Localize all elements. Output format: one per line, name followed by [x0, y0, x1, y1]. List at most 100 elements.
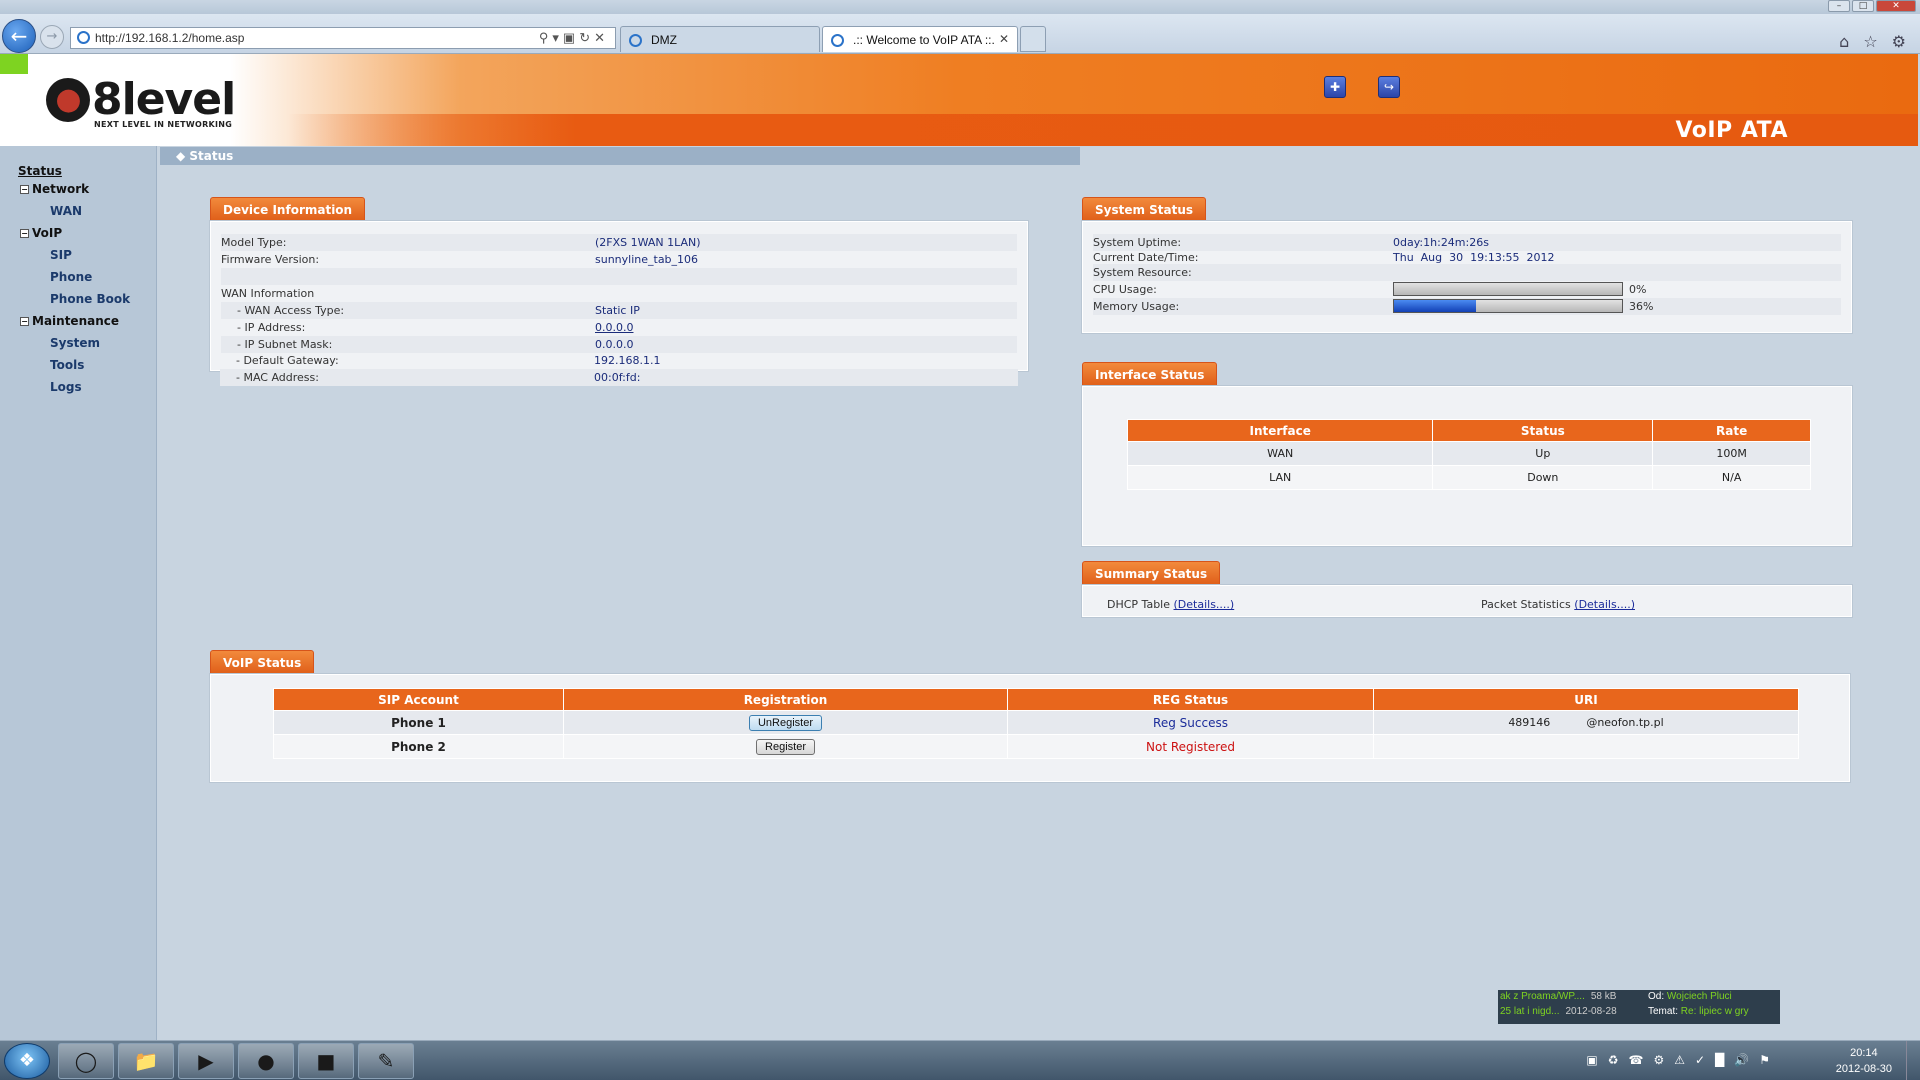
unregister-button[interactable]: UnRegister: [748, 714, 823, 731]
volume-icon[interactable]: 🔊: [1734, 1053, 1749, 1067]
home-icon[interactable]: ⌂: [1839, 32, 1849, 51]
tab-dmz[interactable]: DMZ: [620, 26, 820, 52]
folder-taskbar-icon[interactable]: 📁: [118, 1043, 174, 1079]
notify-line2: 25 lat i nigd... 2012-08-28: [1500, 1006, 1617, 1017]
model-label: Model Type:: [221, 236, 287, 249]
new-tab-button[interactable]: [1020, 26, 1046, 52]
tab-voip-ata[interactable]: .:: Welcome to VoIP ATA ::. ✕: [822, 26, 1018, 52]
status-header: Status: [1432, 419, 1654, 442]
sidebar-item-sip[interactable]: SIP: [50, 248, 72, 262]
tray-app-icon[interactable]: ▣: [1586, 1053, 1597, 1067]
mask-label: - IP Subnet Mask:: [237, 338, 333, 351]
gear-icon[interactable]: ⚙: [1892, 32, 1906, 51]
sidebar-item-label: Network: [32, 182, 90, 196]
browser-nav-icons: ⌂ ☆ ⚙: [1839, 32, 1906, 51]
mail-notification-widget[interactable]: ak z Proama/WP.... 58 kB 25 lat i nigd...…: [1498, 990, 1780, 1024]
sidebar-item-system[interactable]: System: [50, 336, 100, 350]
media-player-taskbar-icon[interactable]: ▶: [178, 1043, 234, 1079]
tray-update-icon[interactable]: ♻: [1608, 1053, 1619, 1067]
register-button[interactable]: Register: [756, 738, 815, 755]
memory-row: Memory Usage: 36%: [1093, 298, 1841, 315]
ie-page-icon: [629, 34, 642, 47]
dhcp-label: DHCP Table: [1107, 598, 1170, 611]
rate-header: Rate: [1652, 419, 1811, 442]
sidebar-item-status[interactable]: Status: [18, 164, 62, 178]
sidebar-item-label: Maintenance: [32, 314, 120, 328]
interface-table: Interface Status Rate WAN Up 100M LAN Do…: [1126, 419, 1811, 490]
sidebar-item-phone[interactable]: Phone: [50, 270, 92, 284]
logout-icon[interactable]: ↪: [1378, 76, 1400, 98]
notify-from: Od: Wojciech Pluci: [1648, 991, 1732, 1002]
ie-page-icon: [831, 34, 844, 47]
reg-status-cell: Reg Success: [1007, 710, 1374, 735]
wan-type-value: Static IP: [595, 304, 640, 317]
firefox-taskbar-icon[interactable]: ●: [238, 1043, 294, 1079]
maximize-button[interactable]: □: [1852, 0, 1874, 12]
memory-label: Memory Usage:: [1093, 300, 1180, 313]
notify-line1: ak z Proama/WP.... 58 kB: [1500, 991, 1616, 1002]
ie-page-icon: [77, 31, 90, 44]
forward-button[interactable]: →: [40, 25, 64, 49]
breadcrumb-label: Status: [189, 149, 234, 163]
datetime-label: Current Date/Time:: [1093, 251, 1199, 264]
clock-time: 20:14: [1850, 1047, 1878, 1059]
firmware-row: Firmware Version: sunnyline_tab_106: [221, 251, 1017, 268]
collapse-icon[interactable]: −: [20, 317, 29, 326]
uri-domain: @neofon.tp.pl: [1586, 716, 1664, 729]
ip-value-link[interactable]: 0.0.0.0: [595, 321, 633, 334]
cpu-usage-bar: [1393, 282, 1623, 296]
collapse-icon[interactable]: −: [20, 185, 29, 194]
from-label: Od:: [1648, 991, 1665, 1002]
table-row: Phone 2 Register Not Registered: [273, 734, 1799, 759]
ip-label: - IP Address:: [237, 321, 306, 334]
notify-subject: ak z Proama/WP....: [1500, 991, 1585, 1002]
notes-taskbar-icon[interactable]: ✎: [358, 1043, 414, 1079]
taskbar-clock[interactable]: 20:14 2012-08-30: [1836, 1045, 1892, 1077]
brand-tagline: NEXT LEVEL IN NETWORKING: [94, 120, 233, 129]
star-icon[interactable]: ☆: [1863, 32, 1877, 51]
sidebar-item-network[interactable]: − Network: [20, 182, 89, 196]
tray-warning-icon[interactable]: ⚠: [1674, 1053, 1685, 1067]
minimize-button[interactable]: –: [1828, 0, 1850, 12]
notify-topic: Temat: Re: lipiec w gry: [1648, 1006, 1749, 1017]
sidebar-nav: Status − Network WAN − VoIP SIP Phone Phon…: [0, 146, 157, 1040]
sidebar-item-logs[interactable]: Logs: [50, 380, 82, 394]
flag-icon[interactable]: ⚑: [1759, 1053, 1770, 1067]
packet-details-link[interactable]: (Details....): [1574, 598, 1635, 611]
start-button[interactable]: ❖: [4, 1043, 50, 1079]
address-tools-icons[interactable]: ⚲▾▣↻✕: [539, 30, 609, 46]
cpu-percent: 0%: [1629, 283, 1647, 296]
wan-info-row: WAN Information: [221, 285, 1017, 302]
voip-status-panel: SIP Account Registration REG Status URI …: [210, 674, 1850, 782]
close-tab-icon[interactable]: ✕: [999, 32, 1009, 46]
back-button[interactable]: ←: [2, 19, 36, 53]
dhcp-details-link[interactable]: (Details....): [1174, 598, 1235, 611]
tray-network-icon[interactable]: ⚙: [1653, 1053, 1664, 1067]
resource-row: System Resource:: [1093, 264, 1841, 281]
collapse-icon[interactable]: −: [20, 229, 29, 238]
show-desktop-button[interactable]: [1906, 1041, 1920, 1080]
ie-taskbar-icon[interactable]: ◯: [58, 1043, 114, 1079]
signal-icon[interactable]: █: [1715, 1053, 1724, 1067]
sidebar-item-maintenance[interactable]: − Maintenance: [20, 314, 119, 328]
header-band: [0, 114, 1918, 146]
reg-status-header: REG Status: [1007, 688, 1374, 711]
app-taskbar-icon[interactable]: ■: [298, 1043, 354, 1079]
close-window-button[interactable]: ✕: [1876, 0, 1916, 12]
sidebar-item-tools[interactable]: Tools: [50, 358, 84, 372]
address-bar[interactable]: http://192.168.1.2/home.asp ⚲▾▣↻✕: [70, 27, 616, 49]
sidebar-item-phone-book[interactable]: Phone Book: [50, 292, 130, 306]
mask-value: 0.0.0.0: [595, 338, 634, 351]
tray-skype-icon[interactable]: ☎: [1629, 1053, 1644, 1067]
device-info-panel: Model Type: (2FXS 1WAN 1LAN) Firmware Ver…: [210, 221, 1028, 371]
memory-usage-bar: [1393, 299, 1623, 313]
cpu-row: CPU Usage: 0%: [1093, 281, 1841, 298]
sip-account-cell: Phone 2: [273, 734, 564, 759]
wizard-icon[interactable]: ✚: [1324, 76, 1346, 98]
tray-check-icon[interactable]: ✓: [1695, 1053, 1705, 1067]
status-cell: Up: [1432, 441, 1654, 466]
sidebar-item-wan[interactable]: WAN: [50, 204, 82, 218]
registration-cell: Register: [563, 734, 1008, 759]
tab-label: DMZ: [651, 33, 677, 47]
sidebar-item-voip[interactable]: − VoIP: [20, 226, 62, 240]
